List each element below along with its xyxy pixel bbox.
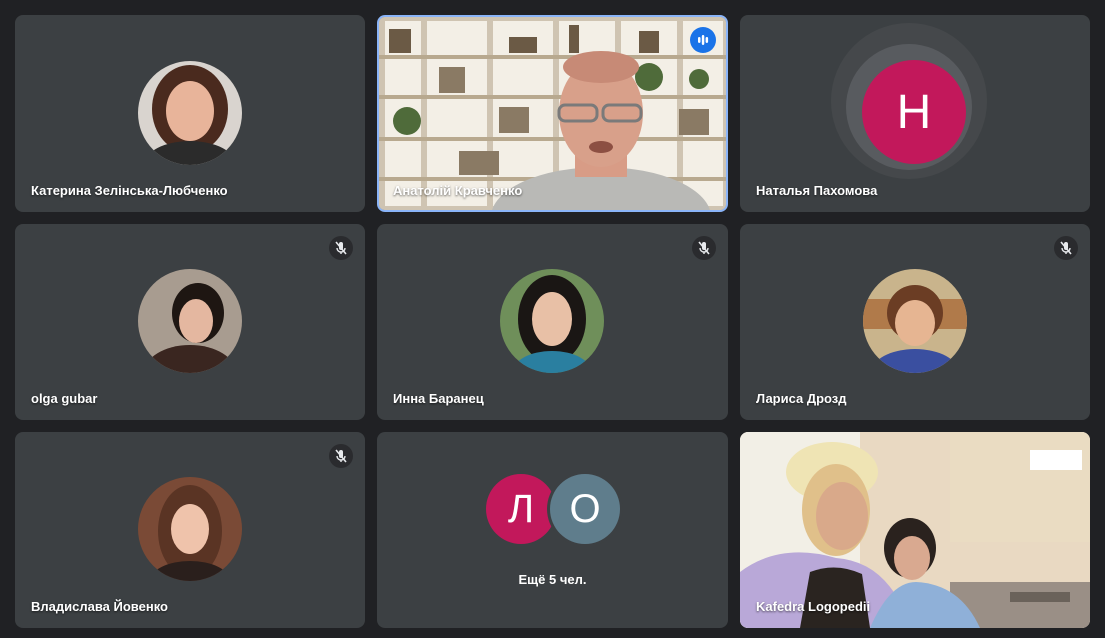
mic-off-icon (329, 444, 353, 468)
avatar-letter: Н (896, 85, 932, 139)
avatar (138, 269, 242, 373)
participant-tile[interactable]: Kafedra Logopedii (740, 432, 1090, 628)
participant-name: Лариса Дрозд (756, 391, 847, 406)
mic-off-icon (692, 236, 716, 260)
participant-tile[interactable]: Инна Баранец (377, 224, 728, 420)
speaking-indicator-icon (690, 27, 716, 53)
mic-off-icon (1054, 236, 1078, 260)
participant-tile[interactable]: olga gubar (15, 224, 365, 420)
overflow-participants-tile[interactable]: Л О Ещё 5 чел. (377, 432, 728, 628)
participant-name: Наталья Пахомова (756, 183, 878, 198)
avatar (863, 269, 967, 373)
participant-tile[interactable]: Н Наталья Пахомова (740, 15, 1090, 212)
participant-name: Владислава Йовенко (31, 599, 168, 614)
avatar (138, 61, 242, 165)
avatar-initial: Н (862, 60, 966, 164)
participant-tile[interactable]: Лариса Дрозд (740, 224, 1090, 420)
participant-tile[interactable]: Владислава Йовенко (15, 432, 365, 628)
participant-name: Инна Баранец (393, 391, 484, 406)
participant-name: Катерина Зелінська-Любченко (31, 183, 228, 198)
participant-tile-active[interactable]: Анатолій Кравченко (377, 15, 728, 212)
mic-off-icon (329, 236, 353, 260)
overflow-avatar: О (550, 474, 620, 544)
overflow-avatar-letter: Л (507, 486, 535, 531)
meeting-grid: Катерина Зелінська-Любченко Анатолій Кра… (0, 0, 1105, 638)
participant-name: Анатолій Кравченко (393, 183, 523, 198)
overflow-count-label: Ещё 5 чел. (518, 572, 587, 587)
overflow-avatar: Л (486, 474, 556, 544)
overflow-avatar-letter: О (569, 486, 601, 531)
participant-tile[interactable]: Катерина Зелінська-Любченко (15, 15, 365, 212)
participant-name: Kafedra Logopedii (756, 599, 871, 614)
participant-video (379, 17, 726, 210)
participant-name: olga gubar (31, 391, 98, 406)
avatar (500, 269, 604, 373)
avatar (138, 477, 242, 581)
